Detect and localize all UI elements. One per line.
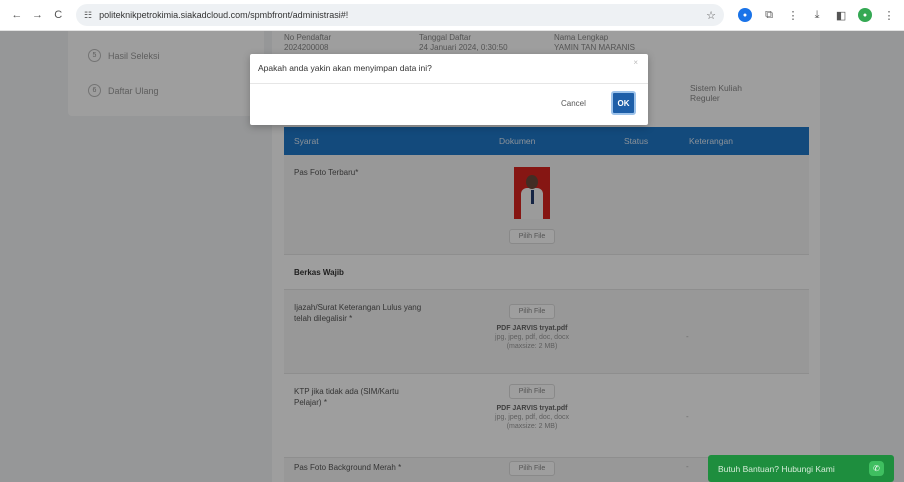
site-info-icon[interactable]: ☷ (84, 10, 92, 21)
help-chat-button[interactable]: Butuh Bantuan? Hubungi Kami ✆ (708, 455, 894, 482)
forward-icon[interactable]: → (29, 6, 47, 24)
close-icon[interactable]: × (633, 58, 638, 67)
bookmark-star-icon[interactable]: ☆ (706, 9, 716, 22)
extensions-puzzle-icon[interactable]: ⧉ (762, 8, 776, 22)
divider (250, 83, 648, 84)
cancel-button[interactable]: Cancel (557, 94, 590, 112)
kebab-menu-icon[interactable]: ⋮ (882, 8, 896, 22)
menu-separator-icon: ⋮ (787, 9, 799, 22)
profile-avatar-icon[interactable]: ● (858, 8, 873, 22)
browser-toolbar: ← → C ☷ politeknikpetrokimia.siakadcloud… (0, 0, 904, 31)
whatsapp-icon: ✆ (869, 461, 884, 476)
reload-icon[interactable]: C (49, 6, 67, 24)
confirm-dialog: Apakah anda yakin akan menyimpan data in… (250, 54, 648, 125)
extension-icon[interactable]: ● (738, 8, 753, 22)
side-panel-icon[interactable]: ◧ (834, 8, 848, 22)
address-bar[interactable]: ☷ politeknikpetrokimia.siakadcloud.com/s… (76, 4, 725, 26)
download-icon[interactable]: ⤓ (810, 8, 824, 22)
back-icon[interactable]: ← (8, 6, 26, 24)
help-label: Butuh Bantuan? Hubungi Kami (718, 463, 835, 474)
dialog-message: Apakah anda yakin akan menyimpan data in… (258, 63, 432, 73)
url-text: politeknikpetrokimia.siakadcloud.com/spm… (99, 10, 349, 20)
ok-button[interactable]: OK (611, 91, 636, 115)
